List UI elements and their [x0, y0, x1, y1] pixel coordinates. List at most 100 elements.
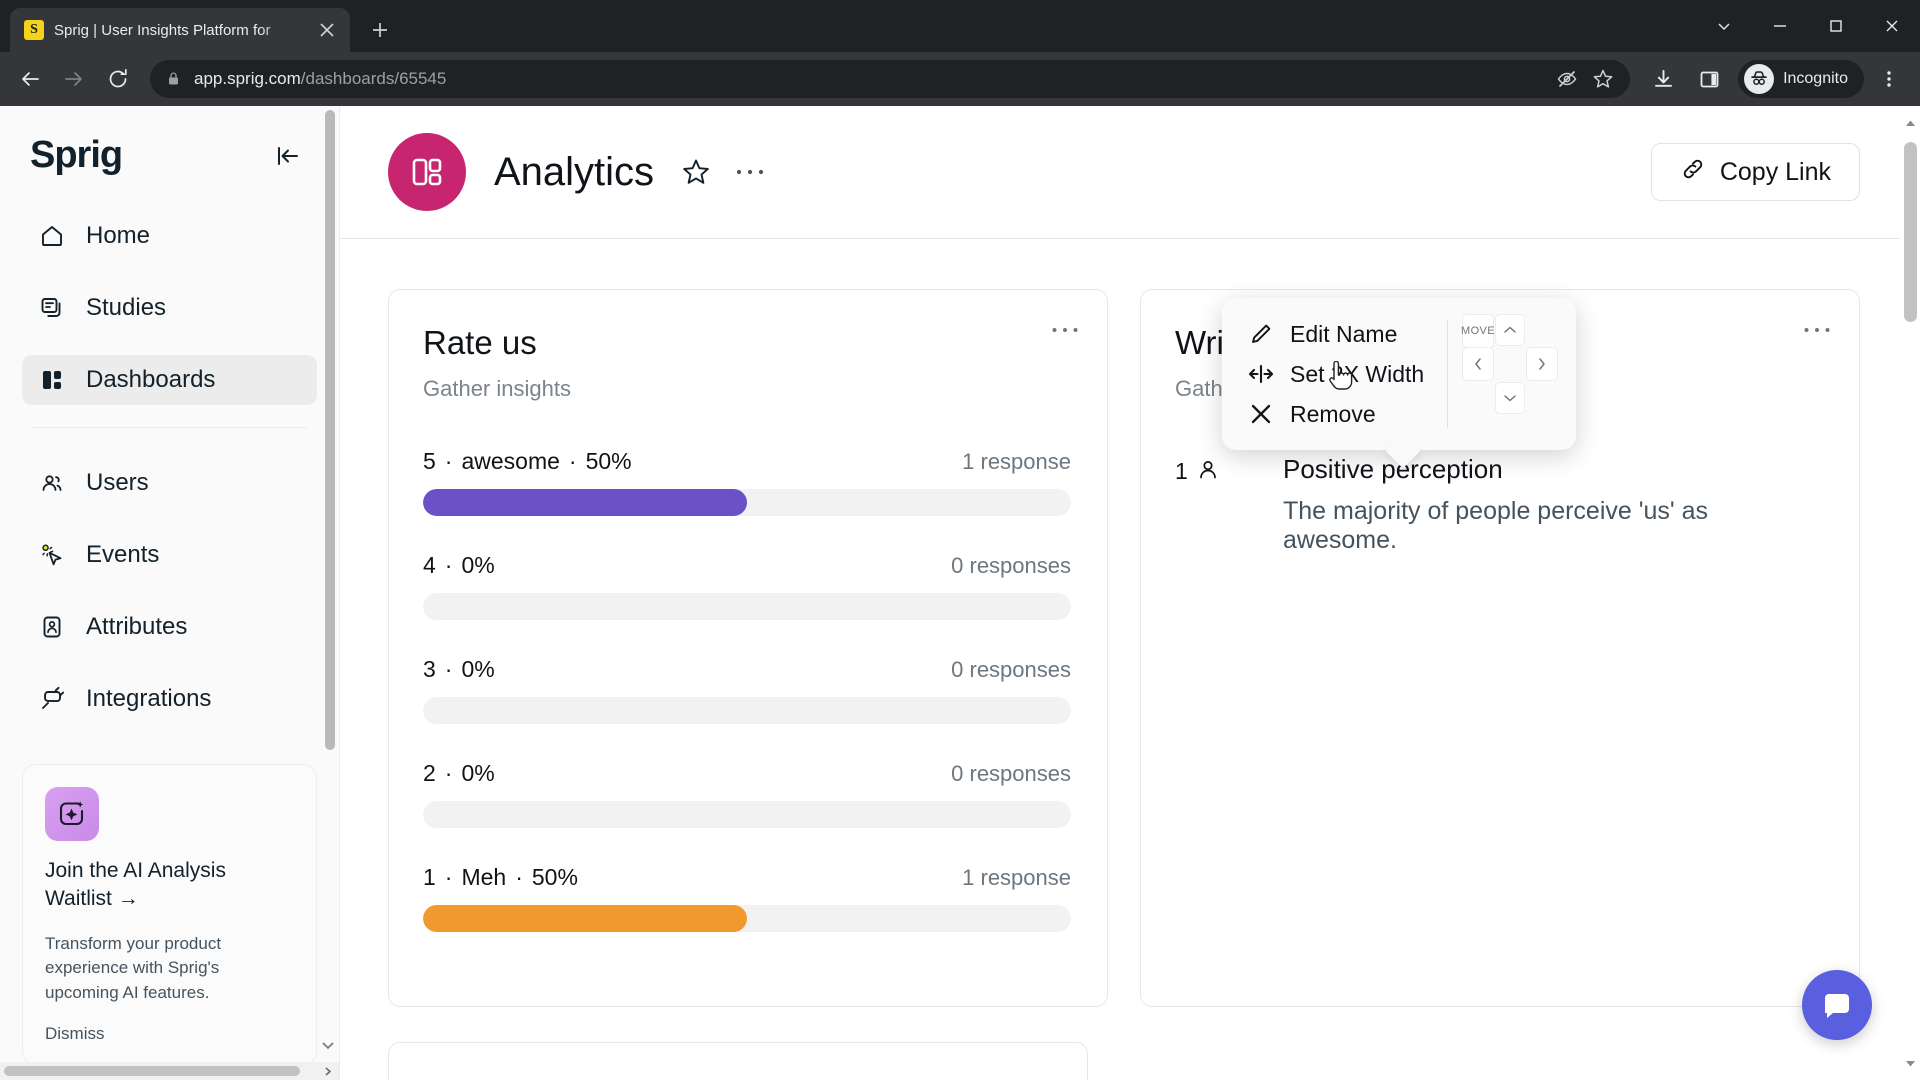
next-widget-peek	[388, 1042, 1920, 1080]
page-content: Sprig Home Studies Dashboards Users Even…	[0, 106, 1920, 1080]
back-button[interactable]	[10, 59, 50, 99]
sidebar-hscroll-right-icon[interactable]	[319, 1063, 335, 1079]
rating-score: 1	[423, 864, 436, 890]
profile-incognito-button[interactable]: Incognito	[1738, 60, 1864, 98]
bookmark-star-icon[interactable]	[1588, 64, 1618, 94]
move-label-box: MOVE	[1461, 314, 1495, 348]
chat-bubble-icon[interactable]	[1802, 970, 1872, 1040]
forward-button[interactable]	[54, 59, 94, 99]
tab-title: Sprig | User Insights Platform for	[54, 21, 271, 39]
rating-label: awesome	[461, 448, 560, 474]
collapse-sidebar-icon[interactable]	[273, 141, 303, 171]
copy-link-label: Copy Link	[1719, 157, 1831, 186]
sidebar-horizontal-scrollbar[interactable]	[0, 1062, 339, 1080]
new-tab-button[interactable]	[362, 12, 398, 48]
star-icon[interactable]	[676, 152, 716, 192]
insight-title: Positive perception	[1283, 454, 1503, 484]
sidebar-divider	[32, 427, 307, 428]
url-text: app.sprig.com/dashboards/65545	[194, 69, 1540, 89]
sidebar-scrollbar[interactable]	[325, 110, 335, 1040]
ellipsis-icon[interactable]	[1051, 318, 1079, 334]
menu-item-label: Set 2X Width	[1290, 360, 1425, 387]
dashboard-board: Rate us Gather insights 5 · awesome · 50…	[340, 239, 1920, 1080]
sidebar-item-label: Events	[86, 541, 160, 568]
minimize-button[interactable]	[1752, 0, 1808, 52]
separator: ·	[444, 656, 453, 682]
sidebar: Sprig Home Studies Dashboards Users Even…	[0, 106, 340, 1080]
move-left-button[interactable]	[1462, 347, 1494, 381]
rating-percent: 0%	[461, 760, 495, 786]
sidebar-item-studies[interactable]: Studies	[22, 283, 317, 333]
main-content: Analytics Copy Link Rate us Gather insig…	[340, 106, 1920, 1080]
sidebar-item-home[interactable]: Home	[22, 211, 317, 261]
downloads-icon[interactable]	[1642, 58, 1684, 100]
dashboard-tile-icon	[388, 133, 466, 211]
rating-score: 5	[423, 448, 436, 474]
sidebar-item-users[interactable]: Users	[22, 458, 317, 508]
move-down-button[interactable]	[1495, 382, 1525, 414]
menu-item-edit-name[interactable]: Edit Name	[1238, 314, 1441, 354]
promo-body: Transform your product experience with S…	[45, 933, 222, 1002]
ellipsis-icon[interactable]	[1803, 318, 1831, 334]
close-icon[interactable]	[314, 17, 340, 43]
sidebar-item-events[interactable]: Events	[22, 530, 317, 580]
chevron-down-icon[interactable]	[1696, 0, 1752, 52]
insight-text: The majority of people perceive 'us' as …	[1283, 497, 1709, 554]
rating-row: 3 · 0% 0 responses	[423, 656, 1071, 724]
attributes-icon	[38, 613, 66, 641]
scroll-down-icon[interactable]	[1904, 1052, 1917, 1074]
sidebar-nav: Home Studies Dashboards Users Events Att…	[0, 187, 339, 746]
promo-dismiss-link[interactable]: Dismiss	[45, 1024, 294, 1044]
window-close-button[interactable]	[1864, 0, 1920, 52]
sidebar-scroll-down-icon[interactable]	[317, 1034, 339, 1056]
menu-divider	[1447, 320, 1448, 428]
address-bar[interactable]: app.sprig.com/dashboards/65545	[150, 60, 1631, 98]
menu-item-set-2x-width[interactable]: Set 2X Width	[1238, 354, 1441, 394]
sidebar-item-label: Home	[86, 222, 151, 249]
bar-track	[423, 801, 1071, 828]
main-scrollbar-thumb[interactable]	[1904, 142, 1917, 322]
lock-icon	[166, 71, 182, 87]
browser-menu-icon[interactable]	[1868, 58, 1910, 100]
menu-item-remove[interactable]: Remove	[1238, 394, 1441, 434]
rating-percent: 50%	[531, 864, 578, 890]
main-scrollbar[interactable]	[1900, 106, 1920, 1080]
ai-sparkle-icon	[45, 787, 99, 841]
sidebar-scrollbar-thumb[interactable]	[325, 110, 335, 750]
sidebar-item-label: Studies	[86, 294, 167, 321]
url-host: app.sprig.com	[194, 69, 301, 88]
page-title: Analytics	[494, 149, 655, 194]
rating-percent: 50%	[585, 448, 632, 474]
scroll-up-icon[interactable]	[1904, 112, 1917, 134]
reload-button[interactable]	[98, 59, 138, 99]
ellipsis-icon[interactable]	[730, 152, 770, 192]
move-right-button[interactable]	[1526, 347, 1558, 381]
browser-tab[interactable]: S Sprig | User Insights Platform for	[10, 8, 350, 52]
rating-row: 1 · Meh · 50% 1 response	[423, 864, 1071, 932]
side-panel-icon[interactable]	[1688, 58, 1730, 100]
copy-link-button[interactable]: Copy Link	[1650, 143, 1860, 201]
insight-count-value: 1	[1175, 458, 1188, 484]
integrations-icon	[38, 685, 66, 713]
close-x-icon	[1248, 401, 1274, 427]
rating-score: 4	[423, 552, 436, 578]
maximize-button[interactable]	[1808, 0, 1864, 52]
rating-responses: 0 responses	[951, 761, 1071, 786]
sidebar-item-dashboards[interactable]: Dashboards	[22, 355, 317, 405]
sidebar-item-attributes[interactable]: Attributes	[22, 602, 317, 652]
bar-fill	[423, 905, 747, 932]
studies-icon	[38, 294, 66, 322]
sidebar-hscroll-thumb[interactable]	[4, 1066, 300, 1076]
url-path: /dashboards/65545	[300, 69, 447, 88]
sidebar-item-integrations[interactable]: Integrations	[22, 674, 317, 724]
move-up-button[interactable]	[1495, 314, 1525, 346]
arrows-horizontal-icon	[1248, 361, 1274, 387]
pencil-icon	[1248, 321, 1274, 347]
users-icon	[38, 469, 66, 497]
separator: ·	[444, 448, 453, 474]
bar-track	[423, 905, 1071, 932]
sprig-logo[interactable]: Sprig	[30, 134, 123, 177]
browser-window: S Sprig | User Insights Platform for app…	[0, 0, 1920, 1080]
move-dpad: MOVE	[1461, 314, 1558, 414]
hide-eye-icon[interactable]	[1552, 64, 1582, 94]
